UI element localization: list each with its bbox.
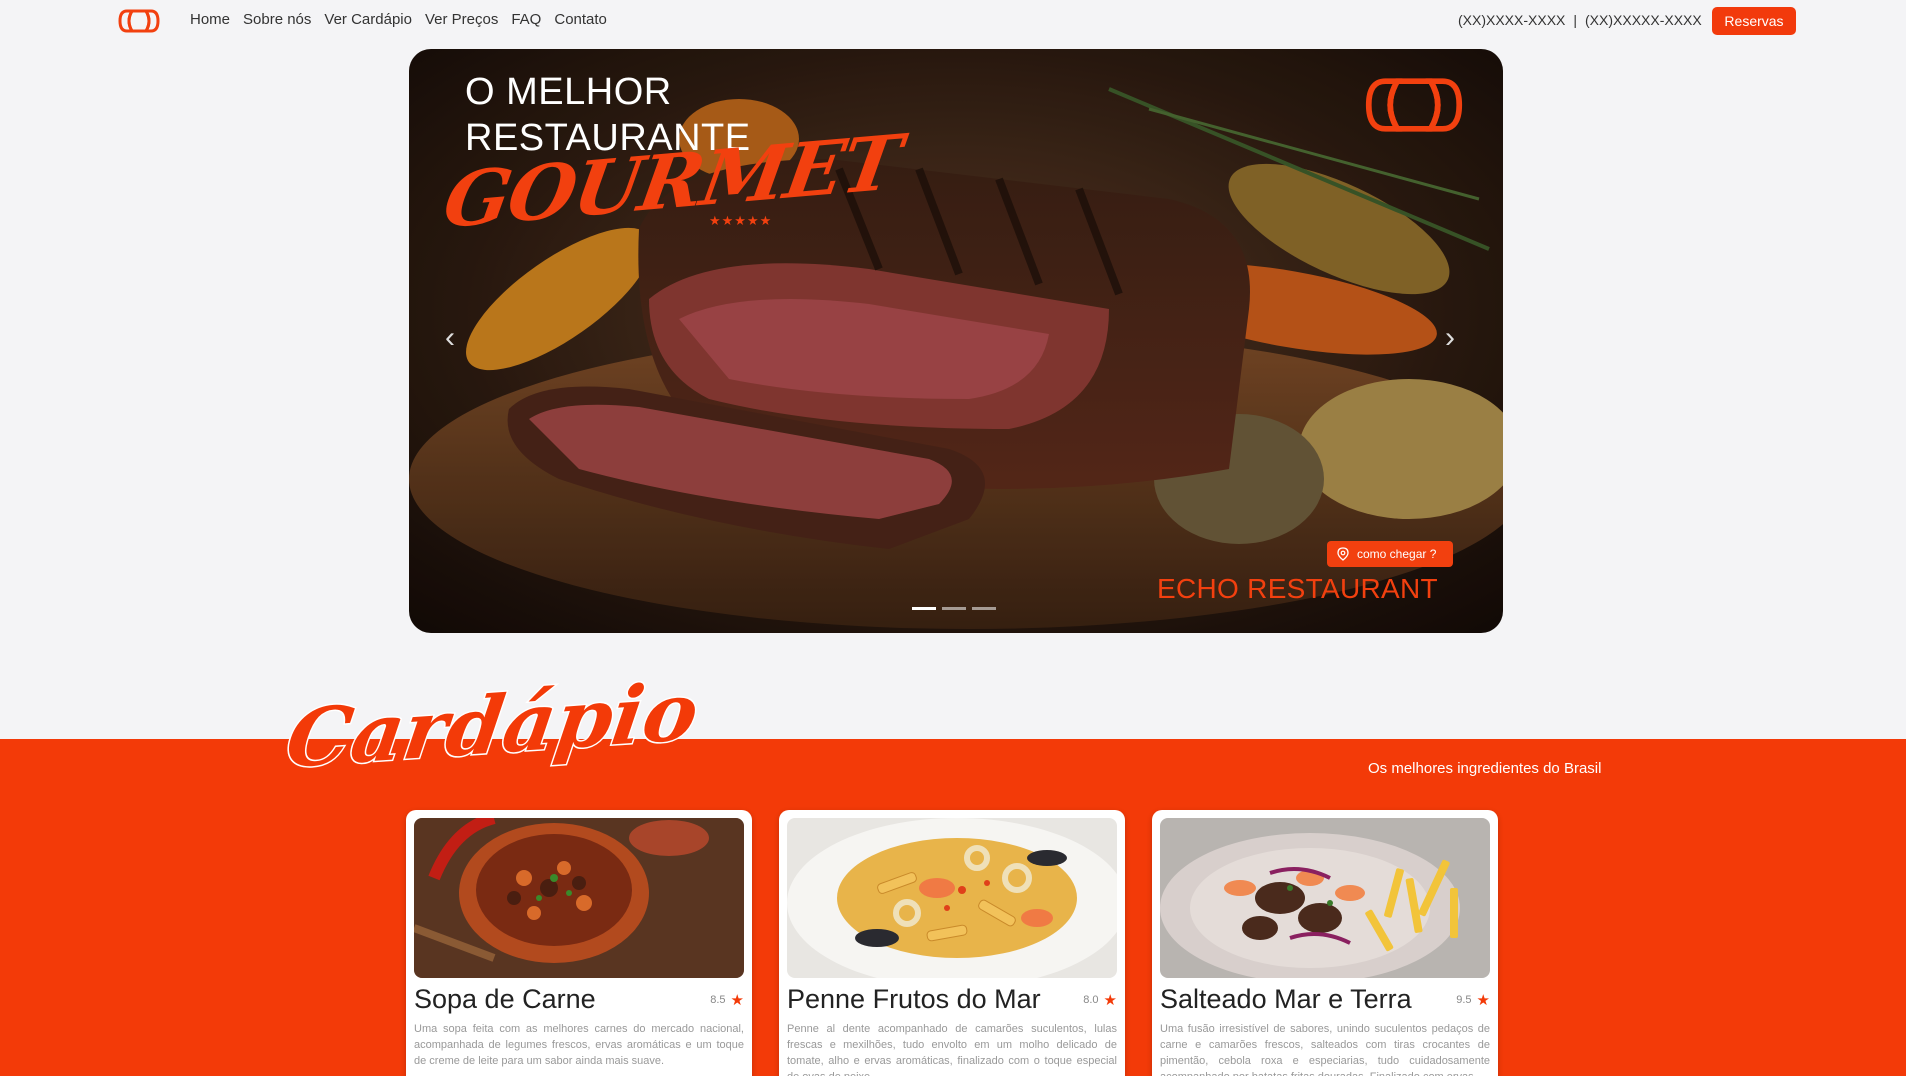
menu-card-3[interactable]: Salteado Mar e Terra 9.5 ★ Uma fusão irr… [1152,810,1498,1076]
star-icon: ★ [1476,992,1490,1009]
carousel-prev-arrow-icon[interactable]: ‹ [445,321,455,355]
nav-link-about[interactable]: Sobre nós [243,11,311,28]
reservations-button[interactable]: Reservas [1712,7,1796,35]
restaurant-brand-name: ECHO RESTAURANT [1157,573,1438,604]
nav-link-menu[interactable]: Ver Cardápio [324,11,412,28]
dish-description: Penne al dente acompanhado de camarões s… [787,1023,1117,1076]
phone-number-1[interactable]: (XX)XXXX-XXXX [1458,12,1565,28]
star-icon: ★ [1103,992,1117,1009]
nav-link-faq[interactable]: FAQ [511,11,541,28]
dish-rating-value: 8.5 [710,994,726,1006]
location-pin-icon [1337,547,1349,561]
top-navbar: Home Sobre nós Ver Cardápio Ver Preços F… [0,0,1906,40]
dish-rating: 8.0 ★ [1083,991,1117,1015]
phone-numbers: (XX)XXXX-XXXX | (XX)XXXXX-XXXX [1458,12,1702,28]
dish-name: Salteado Mar e Terra [1160,984,1412,1014]
dish-rating-value: 8.0 [1083,994,1099,1006]
nav-link-home[interactable]: Home [190,11,230,28]
hero-rating-stars: ★★★★★ [709,213,773,228]
dish-name: Penne Frutos do Mar [787,984,1041,1014]
carousel-next-arrow-icon[interactable]: › [1445,321,1455,355]
dish-image-penne [787,818,1117,978]
dish-description: Uma sopa feita com as melhores carnes do… [414,1023,744,1067]
dish-rating: 8.5 ★ [710,991,744,1015]
menu-card-1[interactable]: Sopa de Carne 8.5 ★ Uma sopa feita com a… [406,810,752,1076]
dish-rating: 9.5 ★ [1456,991,1490,1015]
carousel-indicator-3[interactable] [972,607,996,610]
menu-card-header: Salteado Mar e Terra 9.5 ★ [1160,984,1490,1015]
phone-number-2[interactable]: (XX)XXXXX-XXXX [1585,12,1702,28]
hero-logo-icon [1365,78,1463,132]
menu-card-2[interactable]: Penne Frutos do Mar 8.0 ★ Penne al dente… [779,810,1125,1076]
carousel-indicator-2[interactable] [942,607,966,610]
restaurant-logo-icon[interactable] [118,8,160,34]
nav-link-prices[interactable]: Ver Preços [425,11,498,28]
hero-heading-line1: O MELHOR [465,71,672,113]
how-to-get-there-button[interactable]: como chegar ? [1327,541,1453,567]
how-to-get-there-label: como chegar ? [1357,547,1437,561]
carousel-indicators [912,607,996,610]
menu-section-subtitle: Os melhores ingredientes do Brasil [1368,760,1602,777]
dish-image-sopa [414,818,744,978]
nav-links: Home Sobre nós Ver Cardápio Ver Preços F… [190,11,607,28]
star-icon: ★ [730,992,744,1009]
dish-rating-value: 9.5 [1456,994,1472,1006]
dish-description: Uma fusão irresistível de sabores, unind… [1160,1023,1490,1076]
menu-card-header: Sopa de Carne 8.5 ★ [414,984,744,1015]
carousel-indicator-1[interactable] [912,607,936,610]
dish-image-salteado [1160,818,1490,978]
menu-card-header: Penne Frutos do Mar 8.0 ★ [787,984,1117,1015]
nav-link-contact[interactable]: Contato [554,11,607,28]
hero-carousel: O MELHOR RESTAURANTE GOURMET ★★★★★ ‹ › c… [409,49,1503,633]
phone-separator: | [1573,12,1578,28]
dish-name: Sopa de Carne [414,984,596,1014]
